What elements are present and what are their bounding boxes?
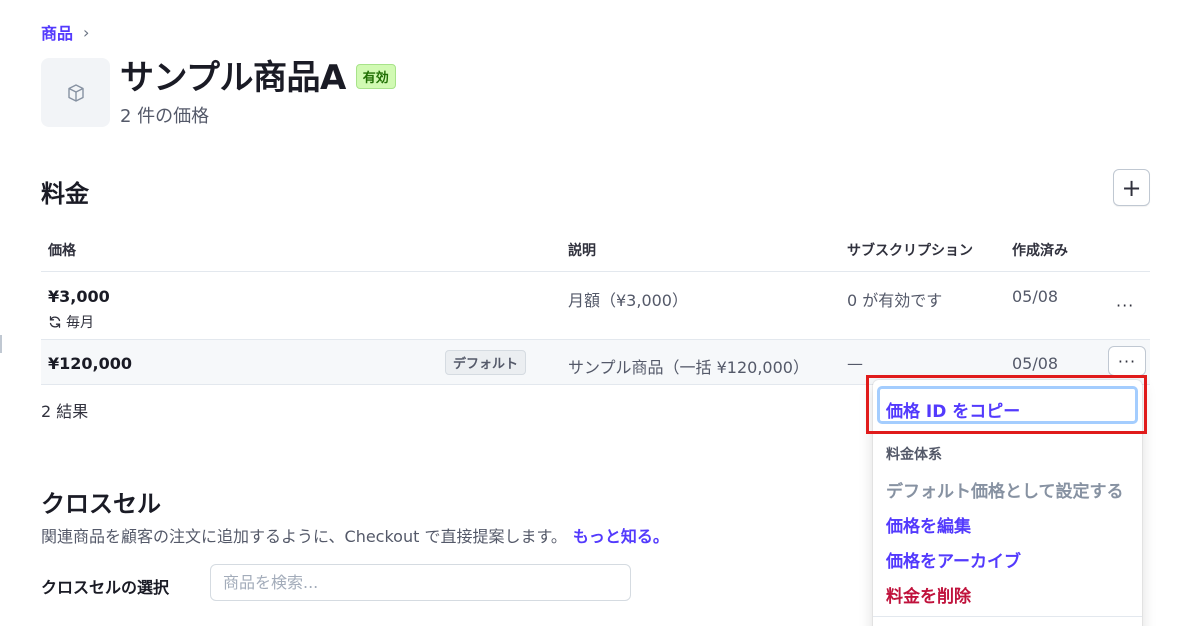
column-header-price: 価格 — [48, 243, 76, 259]
price-description: サンプル商品（一括 ¥120,000） — [568, 358, 809, 377]
menu-item-copy-price-id[interactable]: 価格 ID をコピー — [886, 397, 1020, 422]
box-icon — [67, 83, 84, 102]
menu-item-edit-price[interactable]: 価格を編集 — [886, 512, 971, 537]
price-interval: 毎月 — [48, 312, 94, 332]
breadcrumb: 商品 › — [41, 20, 89, 44]
breadcrumb-products-link[interactable]: 商品 — [41, 20, 73, 44]
default-badge: デフォルト — [445, 350, 527, 375]
price-amount: ¥120,000 — [48, 354, 133, 373]
pricing-section-title: 料金 — [41, 180, 89, 208]
price-actions-menu: 価格 ID をコピー 料金体系 デフォルト価格として設定する 価格を編集 価格を… — [873, 380, 1142, 626]
row-more-icon[interactable]: ··· — [1116, 296, 1134, 315]
crosssell-section-title: クロスセル — [41, 490, 161, 518]
status-badge: 有効 — [355, 64, 396, 89]
subscription-status: 0 が有効です — [847, 291, 943, 310]
created-date: 05/08 — [1012, 354, 1059, 373]
created-date: 05/08 — [1012, 287, 1059, 306]
plus-icon: + — [1121, 173, 1142, 202]
menu-divider — [873, 616, 1142, 617]
row-more-button[interactable]: ··· — [1108, 346, 1146, 376]
crosssell-select-label: クロスセルの選択 — [41, 578, 170, 597]
crosssell-description: 関連商品を顧客の注文に追加するように、Checkout で直接提案します。 — [41, 527, 567, 546]
product-title-row: サンプル商品A 有効 — [120, 50, 396, 99]
edge-marker — [0, 335, 2, 353]
subscription-status: — — [847, 354, 863, 373]
price-count: 2 件の価格 — [120, 106, 210, 127]
menu-item-delete-price[interactable]: 料金を削除 — [886, 582, 971, 607]
product-search-input[interactable] — [210, 564, 631, 601]
menu-section-heading: 料金体系 — [886, 447, 942, 463]
price-description: 月額（¥3,000） — [568, 291, 688, 310]
price-amount: ¥3,000 — [48, 287, 110, 306]
table-header-divider — [41, 271, 1150, 272]
more-icon: ··· — [1117, 351, 1137, 371]
column-header-subscriptions: サブスクリプション — [847, 243, 973, 259]
recurring-icon — [49, 316, 61, 328]
breadcrumb-chevron-icon: › — [83, 22, 90, 42]
column-header-created: 作成済み — [1012, 243, 1068, 259]
product-image-placeholder[interactable] — [41, 58, 110, 127]
column-header-description: 説明 — [568, 243, 596, 259]
add-price-button[interactable]: + — [1113, 169, 1150, 206]
learn-more-link[interactable]: もっと知る。 — [573, 527, 669, 546]
interval-label: 毎月 — [66, 315, 94, 331]
results-count: 2 結果 — [41, 402, 89, 421]
menu-item-set-default[interactable]: デフォルト価格として設定する — [886, 477, 1124, 502]
menu-item-archive-price[interactable]: 価格をアーカイブ — [886, 547, 1021, 572]
crosssell-description-line: 関連商品を顧客の注文に追加するように、Checkout で直接提案します。 もっと… — [41, 523, 669, 547]
page-title: サンプル商品A — [120, 58, 346, 98]
